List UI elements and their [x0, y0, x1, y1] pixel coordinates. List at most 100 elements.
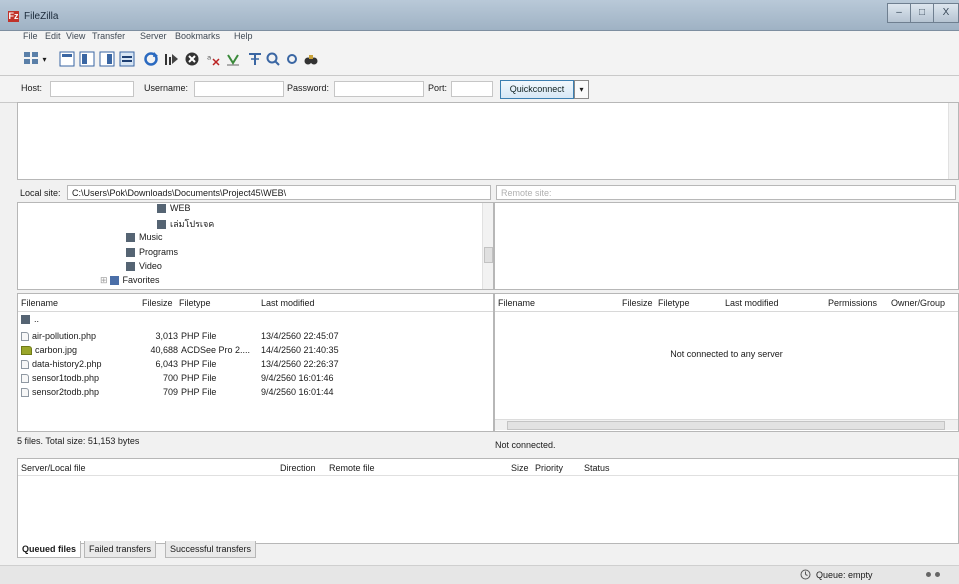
- not-connected-message: Not connected to any server: [670, 349, 783, 359]
- port-label: Port:: [428, 83, 448, 93]
- port-input[interactable]: [451, 81, 493, 97]
- col-filesize[interactable]: Filesize: [622, 298, 653, 308]
- remote-site-bar: Remote site:: [494, 184, 957, 202]
- tree-node-project-book[interactable]: เล่มโปรเจค: [157, 217, 214, 231]
- tab-successful-transfers[interactable]: Successful transfers: [165, 541, 257, 558]
- transfer-queue[interactable]: Server/Local file Direction Remote file …: [17, 458, 959, 544]
- col-priority[interactable]: Priority: [535, 463, 563, 473]
- scroll-thumb[interactable]: [507, 421, 945, 430]
- compare-icon[interactable]: [264, 51, 281, 68]
- menu-edit[interactable]: Edit: [45, 31, 61, 41]
- host-input[interactable]: [50, 81, 134, 97]
- col-filetype[interactable]: Filetype: [179, 298, 211, 308]
- sync-browse-icon[interactable]: [283, 51, 300, 68]
- parent-directory-row[interactable]: ..: [21, 314, 39, 325]
- password-label: Password:: [287, 83, 330, 93]
- col-direction[interactable]: Direction: [280, 463, 316, 473]
- col-filename[interactable]: Filename: [498, 298, 535, 308]
- remote-file-list[interactable]: Filename Filesize Filetype Last modified…: [494, 293, 959, 432]
- local-directory-tree[interactable]: WEB เล่มโปรเจค Music Programs Video ⊞ Fav…: [17, 202, 494, 290]
- dropdown-arrow-icon[interactable]: ▾: [40, 51, 49, 68]
- local-file-list[interactable]: Filename Filesize Filetype Last modified…: [17, 293, 494, 432]
- col-owner-group[interactable]: Owner/Group: [891, 298, 945, 308]
- col-filetype[interactable]: Filetype: [658, 298, 690, 308]
- remote-path-combo[interactable]: Remote site:: [496, 185, 956, 200]
- folder-icon: [157, 204, 166, 214]
- directory-filter-icon[interactable]: [246, 51, 263, 68]
- toggle-remote-tree-icon[interactable]: [98, 51, 115, 68]
- table-row[interactable]: data-history2.php 6,043 PHP File 13/4/25…: [18, 359, 493, 372]
- php-file-icon: [21, 332, 29, 342]
- remote-list-header: Filename Filesize Filetype Last modified…: [495, 294, 958, 312]
- tree-node-video[interactable]: Video: [126, 261, 162, 272]
- table-row[interactable]: sensor1todb.php 700 PHP File 9/4/2560 16…: [18, 373, 493, 386]
- local-site-label: Local site:: [20, 188, 61, 198]
- col-size[interactable]: Size: [511, 463, 529, 473]
- find-files-icon[interactable]: [302, 51, 319, 68]
- refresh-icon[interactable]: [142, 51, 159, 68]
- upload-indicator-icon: [926, 572, 931, 577]
- cancel-icon[interactable]: [183, 51, 200, 68]
- remote-status: Not connected.: [495, 440, 556, 450]
- menu-help[interactable]: Help: [234, 31, 253, 41]
- message-log[interactable]: [17, 102, 959, 180]
- site-manager-icon[interactable]: [22, 51, 39, 68]
- toggle-local-tree-icon[interactable]: [78, 51, 95, 68]
- menu-bookmarks[interactable]: Bookmarks: [175, 31, 220, 41]
- username-input[interactable]: [194, 81, 284, 97]
- reconnect-icon[interactable]: [224, 51, 241, 68]
- quickconnect-button[interactable]: Quickconnect: [500, 80, 574, 99]
- col-filesize[interactable]: Filesize: [142, 298, 173, 308]
- col-last-modified[interactable]: Last modified: [725, 298, 779, 308]
- menu-view[interactable]: View: [66, 31, 85, 41]
- disconnect-icon[interactable]: ᵃ: [204, 51, 221, 68]
- toggle-message-log-icon[interactable]: [58, 51, 75, 68]
- expand-icon[interactable]: ⊞: [100, 275, 108, 285]
- tree-node-programs[interactable]: Programs: [126, 247, 178, 258]
- local-tree-scrollbar[interactable]: [482, 203, 493, 289]
- window-title: FileZilla: [24, 11, 59, 22]
- table-row[interactable]: air-pollution.php 3,013 PHP File 13/4/25…: [18, 331, 493, 344]
- table-row[interactable]: carbon.jpg 40,688 ACDSee Pro 2.... 14/4/…: [18, 345, 493, 358]
- local-site-bar: Local site: C:\Users\Pok\Downloads\Docum…: [17, 184, 492, 202]
- tab-failed-transfers[interactable]: Failed transfers: [84, 541, 157, 558]
- table-row[interactable]: sensor2todb.php 709 PHP File 9/4/2560 16…: [18, 387, 493, 400]
- download-indicator-icon: [935, 572, 940, 577]
- folder-icon: [21, 315, 30, 325]
- process-queue-icon[interactable]: [162, 51, 179, 68]
- message-log-scrollbar[interactable]: [948, 103, 958, 179]
- maximize-button[interactable]: □: [910, 3, 934, 23]
- username-label: Username:: [144, 83, 189, 93]
- local-path-value: C:\Users\Pok\Downloads\Documents\Project…: [72, 188, 287, 198]
- tree-node-web[interactable]: WEB: [157, 203, 191, 214]
- col-permissions[interactable]: Permissions: [828, 298, 877, 308]
- col-last-modified[interactable]: Last modified: [261, 298, 315, 308]
- local-list-header: Filename Filesize Filetype Last modified: [18, 294, 493, 312]
- remote-site-label: Remote site:: [501, 188, 552, 198]
- queue-status: Queue: empty: [816, 570, 873, 580]
- folder-icon: [126, 248, 135, 258]
- folder-icon: [126, 262, 135, 272]
- minimize-button[interactable]: –: [887, 3, 911, 23]
- tab-queued-files[interactable]: Queued files: [17, 541, 82, 558]
- password-input[interactable]: [334, 81, 424, 97]
- remote-horizontal-scrollbar[interactable]: [495, 419, 958, 430]
- tree-node-music[interactable]: Music: [126, 232, 163, 243]
- col-remote-file[interactable]: Remote file: [329, 463, 375, 473]
- col-status[interactable]: Status: [584, 463, 610, 473]
- quickconnect-history-dropdown[interactable]: ▾: [574, 80, 589, 99]
- menu-file[interactable]: File: [23, 31, 38, 41]
- scroll-thumb[interactable]: [484, 247, 493, 263]
- menu-bar: File Edit View Transfer Server Bookmarks…: [0, 31, 959, 45]
- local-path-combo[interactable]: C:\Users\Pok\Downloads\Documents\Project…: [67, 185, 491, 200]
- tree-node-favorites[interactable]: ⊞ Favorites: [100, 275, 160, 286]
- image-file-icon: [21, 346, 32, 356]
- remote-directory-tree[interactable]: [494, 202, 959, 290]
- col-server-local-file[interactable]: Server/Local file: [21, 463, 86, 473]
- menu-server[interactable]: Server: [140, 31, 167, 41]
- close-button[interactable]: X: [933, 3, 959, 23]
- menu-transfer[interactable]: Transfer: [92, 31, 125, 41]
- toolbar: ▾ ᵃ: [0, 45, 959, 76]
- toggle-transfer-queue-icon[interactable]: [118, 51, 135, 68]
- col-filename[interactable]: Filename: [21, 298, 58, 308]
